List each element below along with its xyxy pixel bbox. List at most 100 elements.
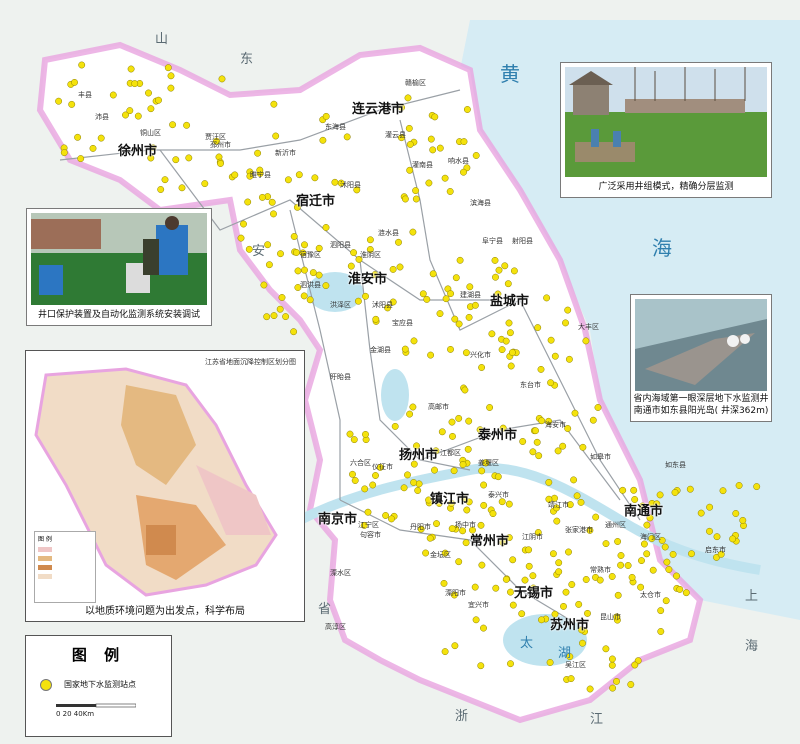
monitoring-station-47 xyxy=(157,186,165,193)
monitoring-station-102 xyxy=(362,292,369,300)
monitoring-station-100 xyxy=(278,294,286,301)
monitoring-station-165 xyxy=(447,290,455,298)
county-label-23: 东台市 xyxy=(520,381,541,389)
monitoring-station-187 xyxy=(507,362,515,370)
monitoring-station-114 xyxy=(292,249,300,256)
monitoring-station-318 xyxy=(753,483,761,491)
monitoring-station-121 xyxy=(350,249,358,257)
monitoring-station-203 xyxy=(346,430,354,438)
monitoring-station-221 xyxy=(519,438,527,445)
county-label-30: 如东县 xyxy=(665,461,686,469)
monitoring-station-8 xyxy=(167,72,175,80)
monitoring-station-260 xyxy=(525,546,533,554)
monitoring-station-215 xyxy=(404,471,411,479)
monitoring-station-312 xyxy=(592,513,600,521)
monitoring-station-403 xyxy=(624,562,632,569)
county-label-57: 贾汪区 xyxy=(205,133,226,141)
monitoring-station-248 xyxy=(400,484,408,492)
monitoring-station-205 xyxy=(350,436,358,444)
monitoring-station-131 xyxy=(427,351,435,359)
monitoring-station-48 xyxy=(201,180,209,188)
monitoring-station-316 xyxy=(628,573,636,581)
county-label-7: 灌云县 xyxy=(385,131,406,139)
monitoring-station-216 xyxy=(372,472,379,479)
lake-taihu-2: 湖 xyxy=(558,646,572,661)
monitoring-station-25 xyxy=(183,121,191,129)
prov-anhui-3: 省 xyxy=(318,602,332,617)
monitoring-station-79 xyxy=(412,187,420,195)
monitoring-station-291 xyxy=(549,550,557,558)
monitoring-station-266 xyxy=(463,506,471,514)
monitoring-station-394 xyxy=(617,552,625,559)
monitoring-station-240 xyxy=(579,443,587,451)
monitoring-station-23 xyxy=(131,80,139,88)
monitoring-station-271 xyxy=(505,500,513,508)
county-label-12: 泗洪县 xyxy=(300,281,321,289)
monitoring-station-41 xyxy=(185,154,193,162)
monitoring-station-228 xyxy=(465,417,473,425)
monitoring-station-356 xyxy=(555,559,563,567)
monitoring-station-62 xyxy=(244,198,252,206)
monitoring-station-289 xyxy=(638,557,645,565)
monitoring-station-293 xyxy=(573,492,581,500)
monitoring-station-264 xyxy=(477,521,485,529)
monitoring-station-163 xyxy=(491,256,499,264)
monitoring-station-175 xyxy=(529,448,537,456)
monitoring-station-324 xyxy=(697,509,705,517)
monitoring-station-29 xyxy=(169,121,177,129)
monitoring-station-76 xyxy=(258,193,266,201)
monitoring-station-364 xyxy=(472,616,480,624)
prov-shandong-2: 东 xyxy=(240,52,254,67)
county-label-35: 金坛区 xyxy=(430,551,451,559)
county-label-17: 射阳县 xyxy=(512,237,533,245)
county-label-47: 六合区 xyxy=(350,459,371,467)
monitoring-station-126 xyxy=(462,349,470,357)
monitoring-station-19 xyxy=(74,133,82,141)
monitoring-station-147 xyxy=(447,345,454,353)
monitoring-station-123 xyxy=(294,267,302,275)
monitoring-station-365 xyxy=(538,616,545,624)
monitoring-station-36 xyxy=(272,132,280,140)
monitoring-station-106 xyxy=(290,328,298,336)
monitoring-station-77 xyxy=(240,220,247,228)
monitoring-station-249 xyxy=(414,487,422,494)
monitoring-station-180 xyxy=(502,337,510,345)
monitoring-station-402 xyxy=(643,550,651,558)
monitoring-station-333 xyxy=(706,503,714,511)
monitoring-station-379 xyxy=(657,628,665,635)
caption-deep-line1: 省内海域第一眼深层地下水监测井 xyxy=(633,394,769,404)
monitoring-station-73 xyxy=(268,198,276,206)
monitoring-station-354 xyxy=(582,576,590,583)
county-label-46: 江宁区 xyxy=(358,521,379,529)
county-label-51: 丹阳市 xyxy=(410,523,431,531)
monitoring-station-9 xyxy=(147,105,155,113)
county-label-28: 海安市 xyxy=(545,421,566,429)
county-label-45: 溧水区 xyxy=(330,569,351,577)
monitoring-station-143 xyxy=(419,290,427,298)
monitoring-station-256 xyxy=(364,508,372,516)
monitoring-station-370 xyxy=(477,662,485,670)
monitoring-station-153 xyxy=(478,364,486,371)
county-label-38: 江阴市 xyxy=(522,533,543,541)
monitoring-station-204 xyxy=(455,414,463,422)
monitoring-station-182 xyxy=(554,447,562,455)
monitoring-station-351 xyxy=(507,660,514,668)
monitoring-station-30 xyxy=(463,106,471,113)
monitoring-station-338 xyxy=(729,535,737,543)
photo-install: 井口保护装置及自动化监测系统安装调试 xyxy=(26,208,212,326)
monitoring-station-247 xyxy=(351,477,359,484)
monitoring-station-150 xyxy=(543,294,551,302)
city-zhenjiang: 镇江市 xyxy=(430,492,470,507)
monitoring-station-190 xyxy=(594,404,602,411)
monitoring-station-122 xyxy=(315,271,323,279)
monitoring-station-120 xyxy=(270,312,278,320)
monitoring-station-355 xyxy=(455,558,463,566)
monitoring-station-378 xyxy=(631,661,639,669)
monitoring-station-193 xyxy=(582,337,590,345)
monitoring-station-350 xyxy=(509,601,517,609)
photo-well-group: 广泛采用井组模式，精确分层监测 xyxy=(560,62,772,198)
prov-anhui-1: 安 xyxy=(252,244,266,259)
monitoring-station-189 xyxy=(547,379,555,387)
monitoring-station-137 xyxy=(372,315,380,323)
monitoring-station-192 xyxy=(547,336,555,344)
